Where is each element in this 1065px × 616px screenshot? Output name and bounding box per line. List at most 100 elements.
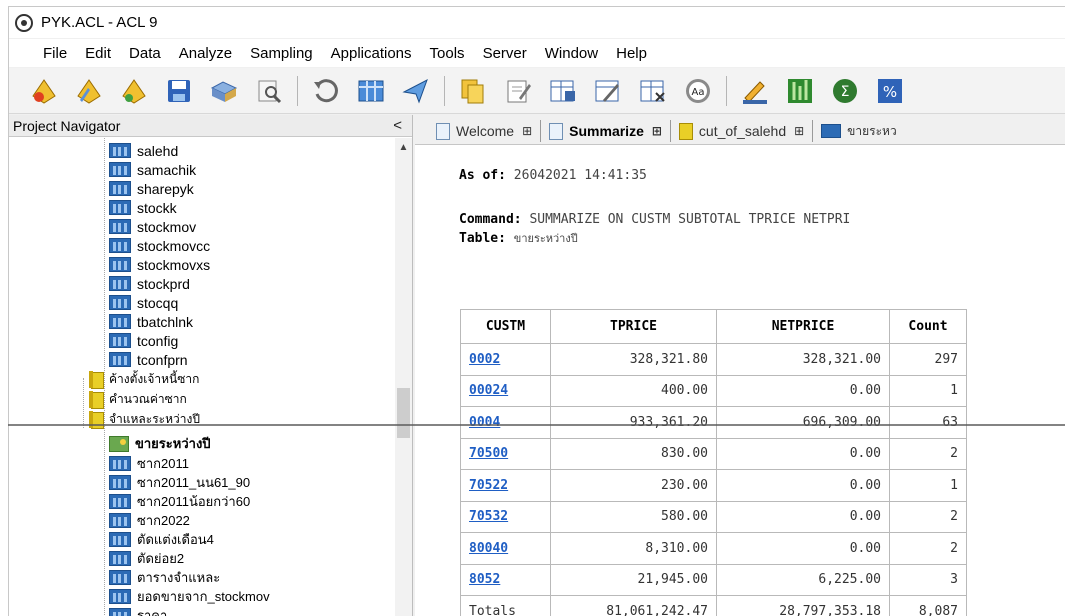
custm-drilldown-link[interactable]: 80040 <box>469 541 508 556</box>
tree-item-table[interactable]: ซาก2011 <box>109 454 189 473</box>
menu-server[interactable]: Server <box>474 45 536 62</box>
menu-window[interactable]: Window <box>536 45 607 62</box>
tab-sales-table[interactable]: ขายระหว <box>815 118 903 144</box>
tree-item-label: จำแหละระหว่างปี <box>109 412 200 426</box>
tree-item-table[interactable]: sharepyk <box>109 179 194 198</box>
screenshot-seam-divider <box>8 424 1065 426</box>
menu-applications[interactable]: Applications <box>322 45 421 62</box>
svg-text:Aa: Aa <box>692 87 705 98</box>
add-column-icon[interactable] <box>546 74 580 108</box>
custm-drilldown-link[interactable]: 0002 <box>469 352 500 367</box>
find-icon[interactable] <box>252 74 286 108</box>
copy-icon[interactable] <box>456 74 490 108</box>
edit-icon[interactable] <box>501 74 535 108</box>
tab-separator <box>812 120 814 142</box>
scrollbar-thumb[interactable] <box>397 388 410 438</box>
tree-item-table[interactable]: stockmovxs <box>109 255 210 274</box>
collapse-navigator-button[interactable]: < <box>393 117 402 134</box>
tree-item-folder[interactable]: ค้างตั้งเจ้าหนี้ซาก <box>89 370 199 389</box>
custm-drilldown-link[interactable]: 70522 <box>469 478 508 493</box>
tree-item-table[interactable]: tconfprn <box>109 350 188 369</box>
custm-drilldown-link[interactable]: 70532 <box>469 509 508 524</box>
tree-item-table[interactable]: ยอดขายจาก_stockmov <box>109 587 270 606</box>
tree-item-folder[interactable]: คำนวณค่าซาก <box>89 390 187 409</box>
scroll-up-arrow-icon[interactable]: ▲ <box>395 140 412 154</box>
menu-tools[interactable]: Tools <box>421 45 474 62</box>
tree-item-table[interactable]: ซาก2011น้อยกว่า60 <box>109 492 250 511</box>
custm-drilldown-link[interactable]: 0004 <box>469 415 500 430</box>
as-of-value: 26042021 14:41:35 <box>513 168 647 183</box>
menu-file[interactable]: File <box>9 45 76 62</box>
tree-item-table[interactable]: stockmov <box>109 217 196 236</box>
tree-item-table[interactable]: stockk <box>109 198 177 217</box>
tree-item-table[interactable]: stocqq <box>109 293 178 312</box>
view-table-icon[interactable] <box>354 74 388 108</box>
tree-item-selected[interactable]: ขายระหว่างปี <box>109 434 211 453</box>
tab-label: cut_of_salehd <box>698 123 787 139</box>
tree-item-table[interactable]: stockprd <box>109 274 190 293</box>
tree-item-table[interactable]: samachik <box>109 160 196 179</box>
script-icon[interactable] <box>738 74 772 108</box>
open-table-icon <box>109 435 129 452</box>
table-icon <box>109 570 131 585</box>
command-label: Command: <box>459 212 522 227</box>
percent-icon[interactable]: % <box>873 74 907 108</box>
tprice-cell: 8,310.00 <box>550 532 717 565</box>
tprice-cell: 580.00 <box>550 500 717 533</box>
pin-icon[interactable]: ⊞ <box>794 124 804 138</box>
tab-cut-of-salehd[interactable]: cut_of_salehd ⊞ <box>673 118 810 144</box>
netprice-cell: 6,225.00 <box>716 563 890 596</box>
document-icon <box>436 122 450 140</box>
table-row: 70532 580.00 0.00 2 <box>460 500 967 533</box>
sum-icon[interactable]: Σ <box>828 74 862 108</box>
tree-item-table[interactable]: stockmovcc <box>109 236 210 255</box>
menu-bar: File Edit Data Analyze Sampling Applicat… <box>9 39 1065 67</box>
table-icon <box>109 333 131 348</box>
delete-column-icon[interactable] <box>636 74 670 108</box>
filter-icon[interactable] <box>399 74 433 108</box>
netprice-cell: 0.00 <box>716 374 890 407</box>
table-icon <box>109 257 131 272</box>
tab-welcome[interactable]: Welcome ⊞ <box>430 118 538 144</box>
pin-icon[interactable]: ⊞ <box>652 124 662 138</box>
open-project-icon[interactable] <box>72 74 106 108</box>
tree-item-table[interactable]: ซาก2011_นน61_90 <box>109 473 250 492</box>
new-project-icon[interactable] <box>27 74 61 108</box>
count-cell: 3 <box>889 563 967 596</box>
custm-cell: 8052 <box>460 563 551 596</box>
table-row: 70522 230.00 0.00 1 <box>460 469 967 502</box>
tree-item-table[interactable]: tbatchlnk <box>109 312 193 331</box>
project-tree: salehd samachik sharepyk stockk stockmov… <box>9 138 395 616</box>
font-icon[interactable]: Aa <box>681 74 715 108</box>
open-log-icon[interactable] <box>207 74 241 108</box>
open-table-icon[interactable] <box>117 74 151 108</box>
custm-drilldown-link[interactable]: 00024 <box>469 383 508 398</box>
custm-cell: 00024 <box>460 374 551 407</box>
edit-table-icon[interactable] <box>591 74 625 108</box>
table-icon <box>109 532 131 547</box>
custm-drilldown-link[interactable]: 8052 <box>469 572 500 587</box>
save-icon[interactable] <box>162 74 196 108</box>
custm-drilldown-link[interactable]: 70500 <box>469 446 508 461</box>
tree-item-folder[interactable]: จำแหละระหว่างปี <box>89 410 200 429</box>
tree-item-table[interactable]: ซาก2022 <box>109 511 190 530</box>
pin-icon[interactable]: ⊞ <box>522 124 532 138</box>
app-logo-icon <box>15 13 33 32</box>
column-header-netprice: NETPRICE <box>716 309 890 344</box>
tree-item-table[interactable]: ตัดแต่งเดือน4 <box>109 530 214 549</box>
tprice-cell: 21,945.00 <box>550 563 717 596</box>
menu-analyze[interactable]: Analyze <box>170 45 241 62</box>
tree-item-table[interactable]: ตัดย่อย2 <box>109 549 184 568</box>
tab-summarize[interactable]: Summarize ⊞ <box>543 118 668 144</box>
tree-item-table[interactable]: salehd <box>109 141 178 160</box>
menu-sampling[interactable]: Sampling <box>241 45 322 62</box>
tree-item-table[interactable]: tconfig <box>109 331 178 350</box>
statistics-icon[interactable] <box>783 74 817 108</box>
tree-item-table[interactable]: ตารางจำแหละ <box>109 568 220 587</box>
menu-data[interactable]: Data <box>120 45 170 62</box>
tree-item-table[interactable]: ราคา <box>109 606 167 616</box>
menu-edit[interactable]: Edit <box>76 45 120 62</box>
navigator-scrollbar[interactable]: ▲ <box>395 138 412 616</box>
menu-help[interactable]: Help <box>607 45 656 62</box>
refresh-icon[interactable] <box>309 74 343 108</box>
